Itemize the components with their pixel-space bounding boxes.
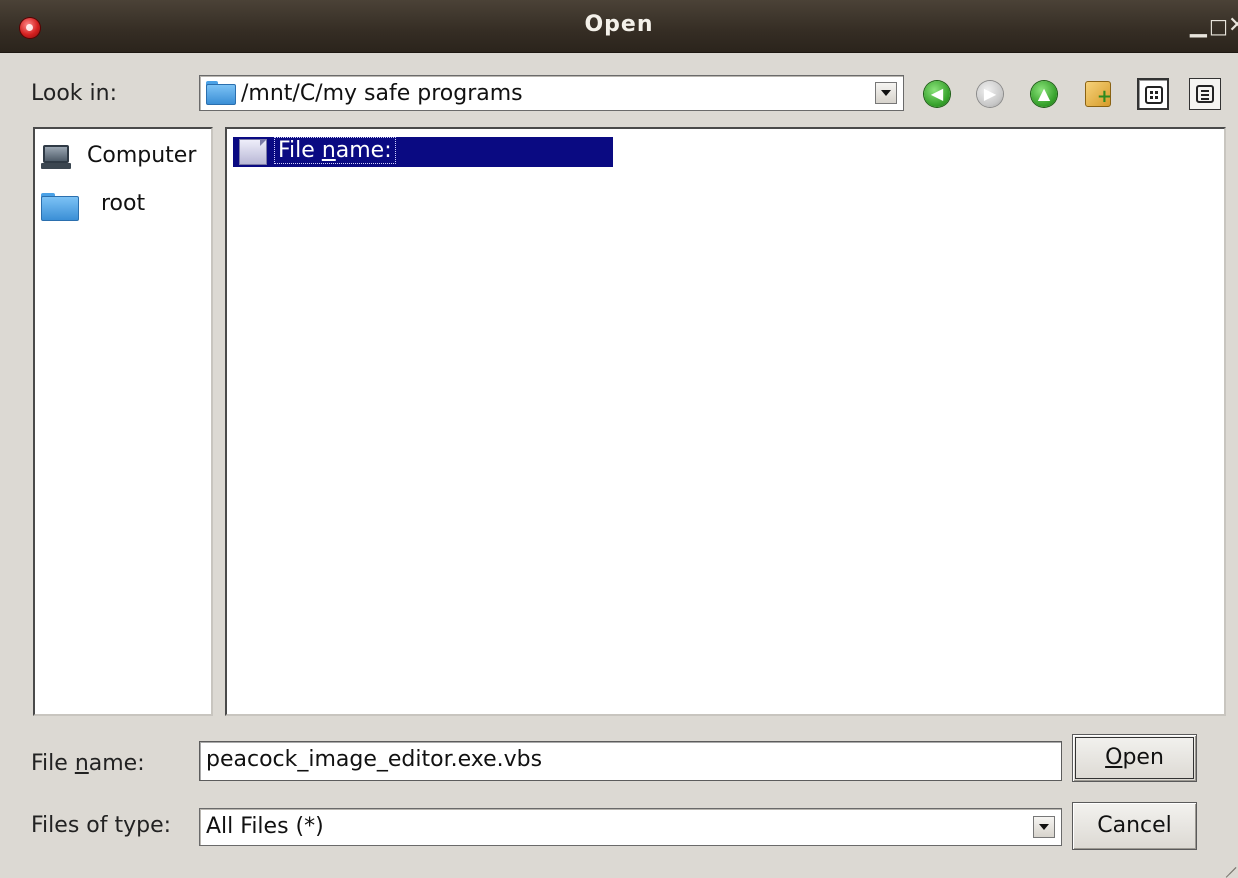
file-type-value: All Files (*) [206,814,324,839]
file-type-label: Files of type: [31,813,172,838]
maximize-button[interactable]: □ [1209,14,1228,38]
title-bar[interactable]: Open ▁ □ ✕ [0,0,1238,53]
file-list[interactable]: File name: [225,127,1226,716]
minimize-button[interactable]: ▁ [1190,14,1207,38]
file-name-value: peacock_image_editor.exe.vbs [206,747,543,772]
resize-grip-icon[interactable] [1222,854,1237,878]
file-name-label: File name: [274,137,396,164]
folder-icon [206,81,236,105]
place-label: root [101,191,146,216]
file-name-field[interactable]: peacock_image_editor.exe.vbs [199,741,1062,781]
look-in-path: /mnt/C/my safe programs [241,81,523,106]
list-view-icon[interactable] [1137,78,1169,110]
new-folder-icon[interactable]: + [1085,81,1112,107]
back-icon[interactable]: ◀ [924,81,950,107]
cancel-button[interactable]: Cancel [1072,802,1197,850]
close-button[interactable]: ✕ [1228,14,1238,38]
look-in-combo[interactable]: /mnt/C/my safe programs [199,75,904,111]
file-icon [239,139,267,165]
file-type-dropdown-button[interactable] [1033,816,1055,838]
place-label: Computer [87,143,197,168]
up-folder-icon[interactable]: ▲ [1031,81,1057,107]
forward-icon[interactable]: ▶ [977,81,1003,107]
file-name-label: File name: [31,751,145,776]
computer-icon [41,145,71,169]
details-view-icon[interactable] [1189,78,1221,110]
window-title: Open [584,12,654,37]
look-in-dropdown-button[interactable] [875,82,897,104]
places-panel[interactable]: Computer root [33,127,213,716]
folder-icon [41,193,79,221]
open-button[interactable]: Open [1072,734,1197,782]
look-in-label: Look in: [31,81,117,106]
file-type-combo[interactable]: All Files (*) [199,808,1062,846]
